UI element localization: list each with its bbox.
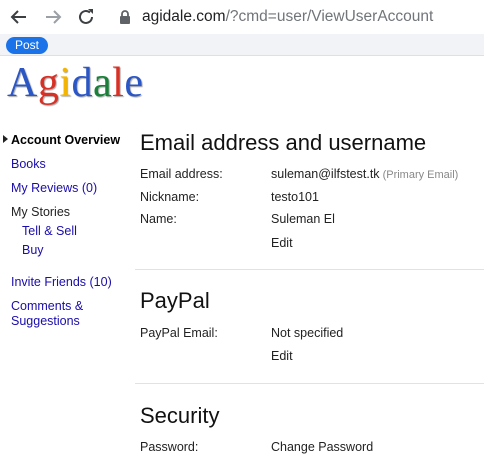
name-value: Suleman El [271,212,335,226]
post-button[interactable]: Post [6,37,49,54]
change-password-link[interactable]: Change Password [271,439,373,455]
paypal-email-value: Not specified [271,326,344,340]
sidebar-item-buy[interactable]: Buy [22,242,44,258]
agidale-logo[interactable]: Agidale [7,60,144,106]
lock-icon [118,9,132,25]
address-bar[interactable]: agidale.com/?cmd=user/ViewUserAccount [142,8,433,26]
sidebar-item-comments-line1[interactable]: Comments & [11,298,83,314]
logo-letter: l [112,60,125,106]
sidebar-item-my-reviews[interactable]: My Reviews (0) [11,180,97,196]
sidebar-item-books[interactable]: Books [11,156,46,172]
forward-icon[interactable] [42,6,64,28]
active-marker-icon [3,135,8,143]
url-path: /?cmd=user/ViewUserAccount [225,8,434,25]
back-icon[interactable] [8,6,30,28]
section-divider [135,269,484,270]
paypal-edit-link[interactable]: Edit [271,348,293,364]
sidebar-item-invite-friends[interactable]: Invite Friends (10) [11,274,112,290]
nickname-value: testo101 [271,190,319,204]
email-section-title: Email address and username [140,130,427,155]
url-host: agidale.com [142,8,226,25]
paypal-section-title: PayPal [140,288,210,313]
security-section-title: Security [140,403,220,428]
section-divider [135,383,484,384]
logo-letter: g [37,60,60,106]
email-value: suleman@ilfstest.tk [271,167,380,181]
email-edit-link[interactable]: Edit [271,235,293,251]
name-label: Name: [140,212,177,226]
primary-email-note: (Primary Email) [382,169,459,181]
email-value-wrap: suleman@ilfstest.tk (Primary Email) [271,166,458,183]
password-label: Password: [140,440,199,454]
post-toolbar: Post [0,34,484,56]
logo-letter: A [7,60,38,106]
logo-letter: a [93,60,113,106]
logo-letter: e [124,60,144,106]
logo-letter: d [71,60,94,106]
paypal-email-label: PayPal Email: [140,326,218,340]
sidebar-item-comments-line2[interactable]: Suggestions [11,313,80,329]
sidebar-item-account-overview[interactable]: Account Overview [11,132,120,148]
sidebar-item-tell-sell[interactable]: Tell & Sell [22,223,77,239]
reload-icon[interactable] [75,6,97,28]
browser-toolbar: agidale.com/?cmd=user/ViewUserAccount [0,0,484,34]
email-label: Email address: [140,167,223,181]
logo-letter: i [59,60,72,106]
nickname-label: Nickname: [140,190,200,204]
sidebar-item-my-stories: My Stories [11,205,71,219]
